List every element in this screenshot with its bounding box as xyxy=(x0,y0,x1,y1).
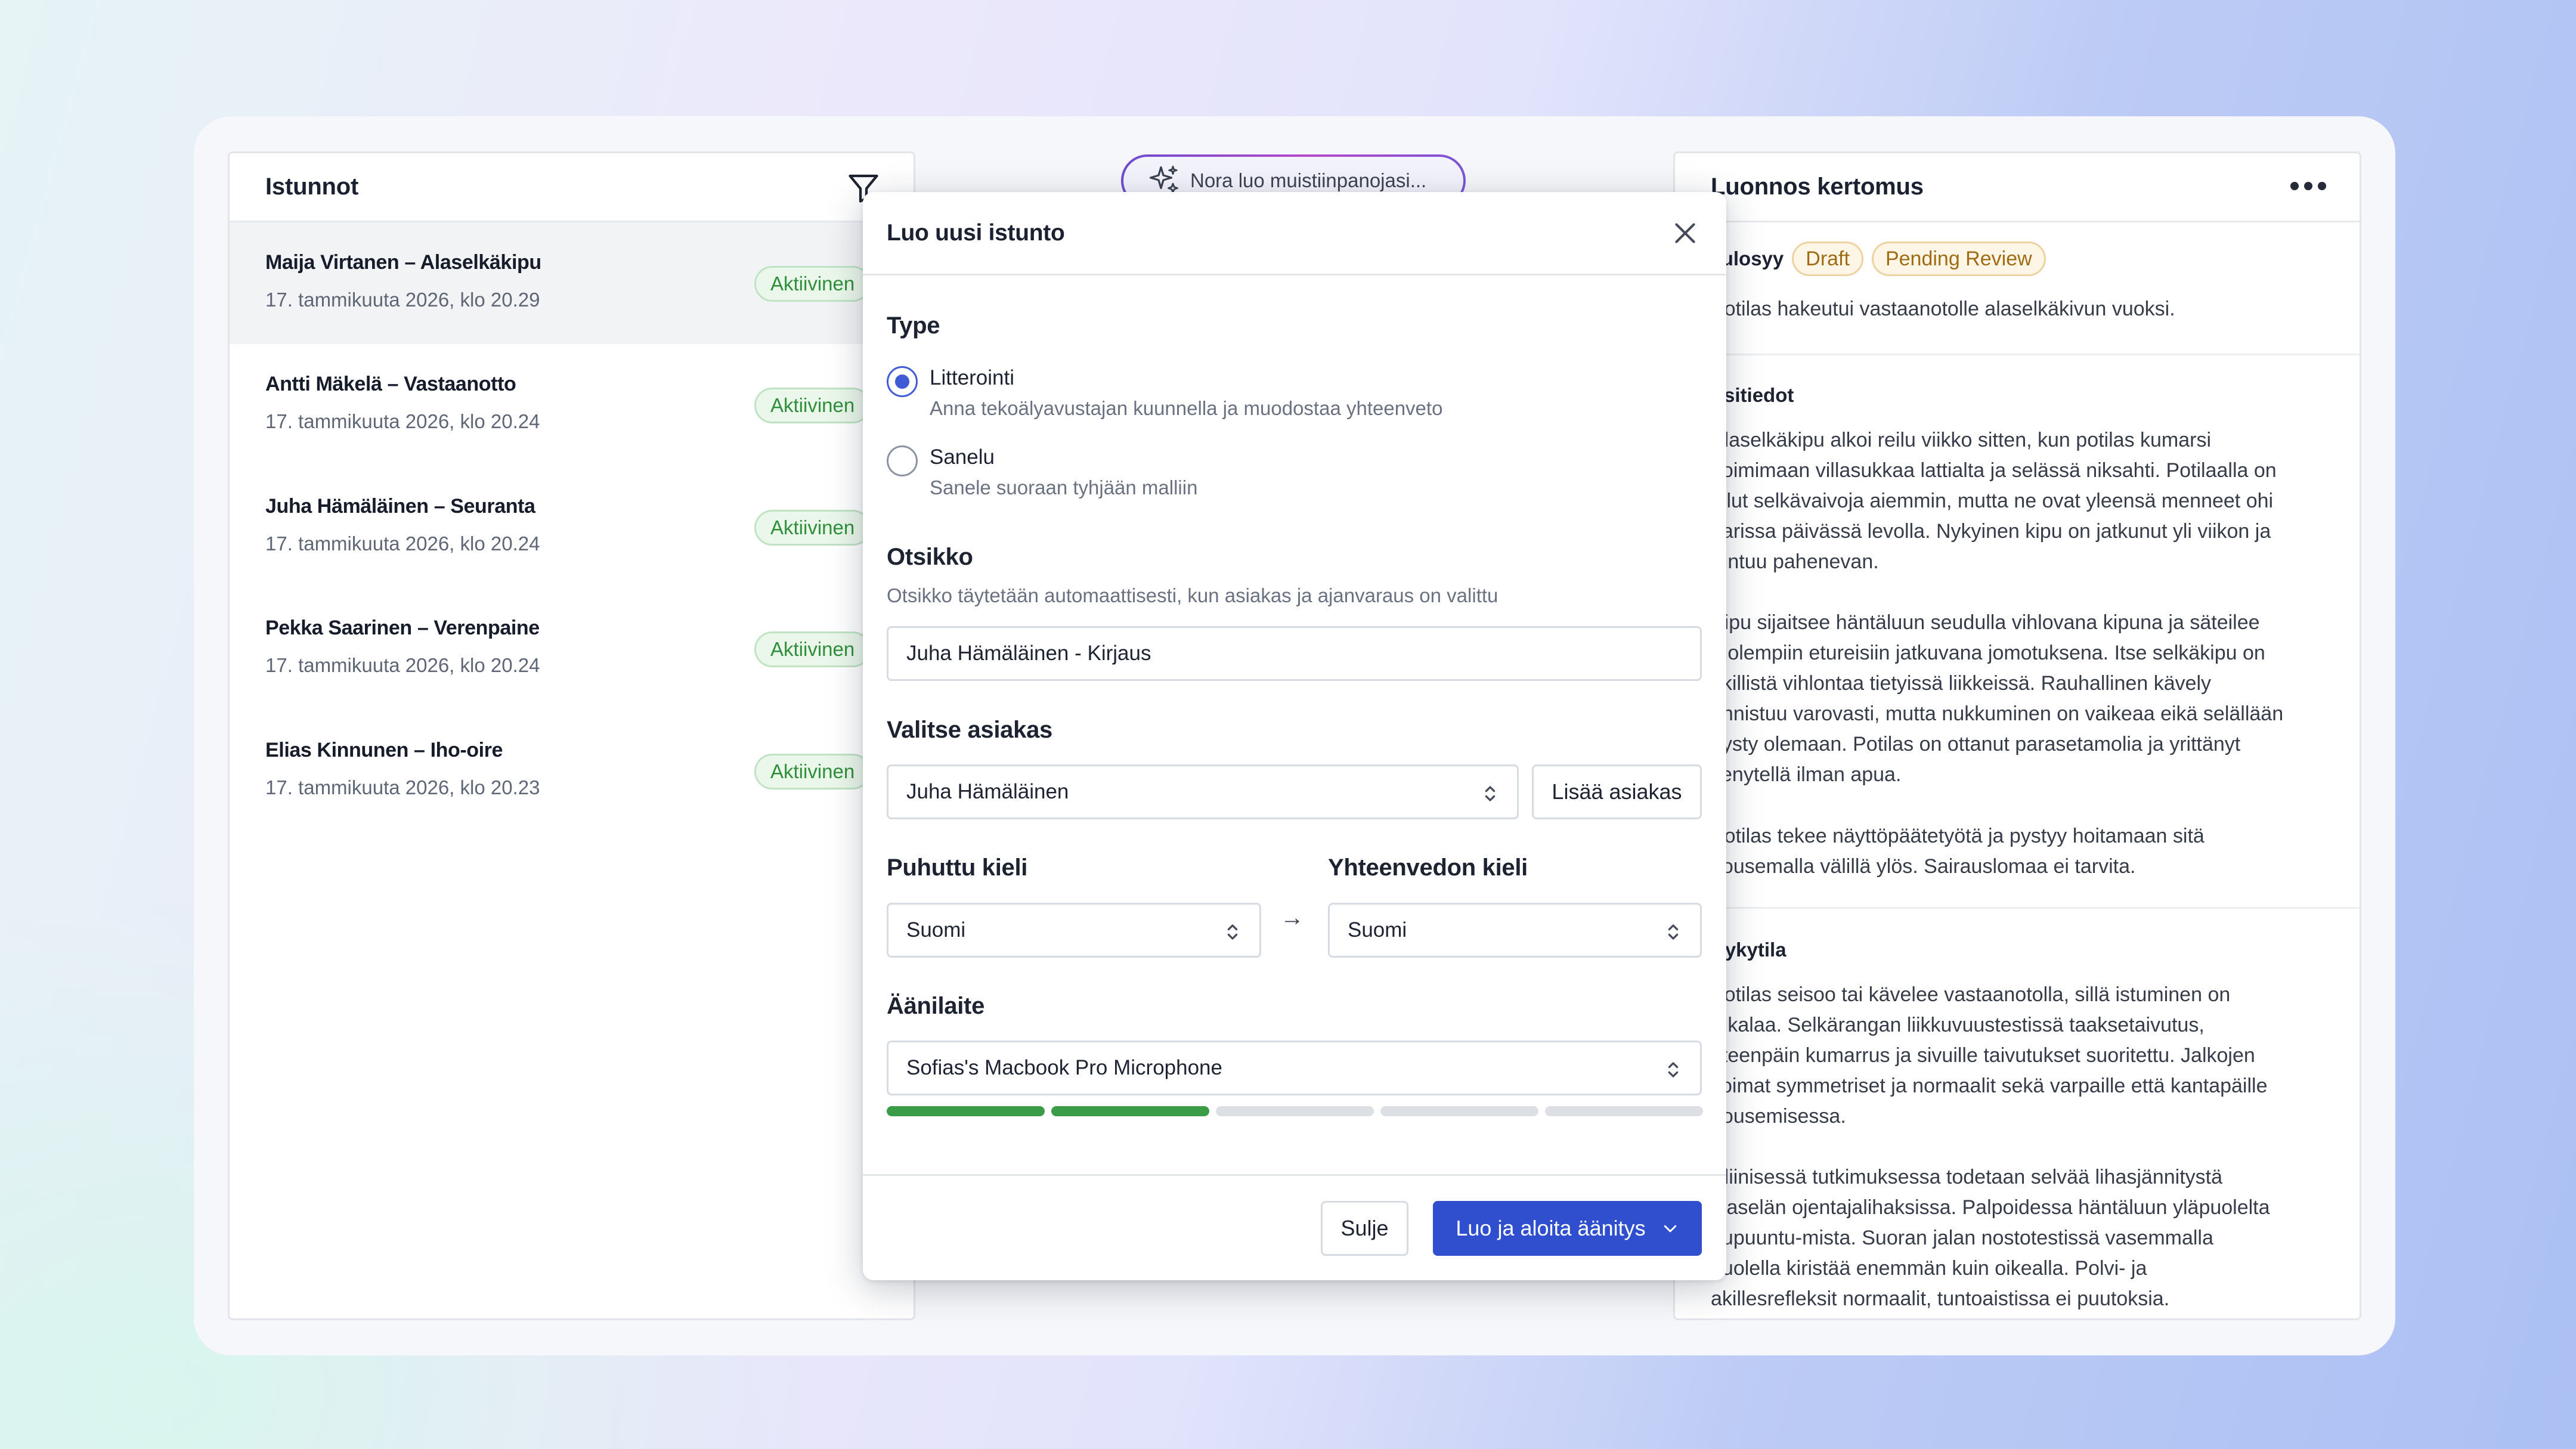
summary-language-value: Suomi xyxy=(1348,918,1407,942)
option-label[interactable]: Litterointi xyxy=(930,366,1014,390)
spoken-language-select[interactable]: Suomi xyxy=(887,903,1261,958)
report-line: parissa päivässä levolla. Nykyinen kipu … xyxy=(1711,520,2271,543)
client-value: Juha Hämäläinen xyxy=(906,780,1069,803)
report-line: Potilas tekee näyttöpäätetyötä ja pystyy… xyxy=(1711,825,2205,847)
report-line: voimat symmetriset ja normaalit sekä var… xyxy=(1711,1075,2268,1097)
level-segment xyxy=(1545,1106,1703,1116)
report-line: Kliinisessä tutkimuksessa todetaan selvä… xyxy=(1711,1166,2223,1188)
report-line: eteenpäin kumarrus ja sivuille taivutuks… xyxy=(1711,1044,2255,1067)
draft-badge: Draft xyxy=(1792,242,1863,276)
report-line: molempiin etureisiin jatkuvana jomotukse… xyxy=(1711,642,2265,664)
more-options-icon[interactable] xyxy=(2290,182,2326,190)
chevron-updown-icon xyxy=(1227,924,1238,940)
title-label: Otsikko xyxy=(887,544,973,570)
create-and-record-button[interactable]: Luo ja aloita äänitys xyxy=(1433,1201,1702,1256)
chevron-updown-icon xyxy=(1668,1062,1679,1078)
report-title: Luonnos kertomus xyxy=(1711,174,1924,200)
sessions-panel: Istunnot Maija Virtanen – Alaselkäkipu 1… xyxy=(228,151,915,1320)
section-divider xyxy=(1675,907,2360,909)
reason-row: Tulosyy Draft Pending Review xyxy=(1711,242,2046,276)
title-help-text: Otsikko täytetään automaattisesti, kun a… xyxy=(887,584,1498,606)
chevron-updown-icon xyxy=(1668,924,1679,940)
modal-header: Luo uusi istunto xyxy=(863,192,1726,275)
option-description: Anna tekoälyavustajan kuunnella ja muodo… xyxy=(930,397,1443,419)
report-panel: Luonnos kertomus Tulosyy Draft Pending Rev… xyxy=(1673,151,2361,1320)
radio-sanelu[interactable] xyxy=(887,445,918,476)
level-segment xyxy=(1216,1106,1374,1116)
report-line: puolella kiristää enemmän kuin oikealla.… xyxy=(1711,1257,2147,1280)
level-segment xyxy=(1051,1106,1209,1116)
radio-litterointi[interactable] xyxy=(887,366,918,397)
pending-review-badge: Pending Review xyxy=(1871,242,2046,276)
summary-language-label: Yhteenvedon kieli xyxy=(1328,854,1528,881)
create-button-label: Luo ja aloita äänitys xyxy=(1456,1216,1646,1240)
audio-device-value: Sofias's Macbook Pro Microphone xyxy=(906,1056,1222,1079)
report-line: nousemisessa. xyxy=(1711,1105,1846,1128)
report-header: Luonnos kertomus xyxy=(1675,153,2360,222)
summary-language-select[interactable]: Suomi xyxy=(1328,903,1702,958)
report-line: akillesrefleksit normaalit, tuntoaistiss… xyxy=(1711,1287,2170,1310)
add-client-button[interactable]: Lisää asiakas xyxy=(1532,764,1702,819)
option-label[interactable]: Sanelu xyxy=(930,445,995,469)
status-badge: Aktiivinen xyxy=(754,510,871,546)
status-badge: Aktiivinen xyxy=(754,388,871,423)
chevron-updown-icon xyxy=(1485,786,1496,801)
close-icon[interactable] xyxy=(1670,218,1700,248)
session-item[interactable]: Pekka Saarinen – Verenpaine 17. tammikuu… xyxy=(230,588,914,710)
report-line: Kipu sijaitsee häntäluun seudulla vihlov… xyxy=(1711,611,2260,634)
session-item[interactable]: Juha Hämäläinen – Seuranta 17. tammikuut… xyxy=(230,466,914,588)
report-line: tuntuu pahenevan. xyxy=(1711,550,1879,573)
status-badge: Aktiivinen xyxy=(754,631,871,667)
report-line: venytellä ilman apua. xyxy=(1711,763,1902,786)
report-line: poimimaan villasukkaa lattialta ja seläs… xyxy=(1711,459,2277,482)
nora-status-text: Nora luo muistiinpanojasi... xyxy=(1190,169,1427,191)
modal-title: Luo uusi istunto xyxy=(887,219,1065,246)
sessions-header: Istunnot xyxy=(230,153,914,222)
session-item[interactable]: Antti Mäkelä – Vastaanotto 17. tammikuut… xyxy=(230,344,914,466)
chevron-down-icon[interactable] xyxy=(1661,1219,1679,1237)
spoken-language-value: Suomi xyxy=(906,918,966,942)
client-label: Valitse asiakas xyxy=(887,717,1052,743)
report-line: Potilas seisoo tai kävelee vastaanotolla… xyxy=(1711,983,2231,1006)
option-description: Sanele suoraan tyhjään malliin xyxy=(930,476,1198,499)
report-line: pupuuntu-mista. Suoran jalan nostotestis… xyxy=(1711,1227,2213,1249)
report-line: ollut selkävaivoja aiemmin, mutta ne ova… xyxy=(1711,490,2274,512)
report-line: onnistuu varovasti, mutta nukkuminen on … xyxy=(1711,702,2284,725)
audio-device-label: Äänilaite xyxy=(887,993,985,1019)
modal-footer-divider xyxy=(863,1174,1726,1176)
session-item[interactable]: Elias Kinnunen – Iho-oire 17. tammikuuta… xyxy=(230,710,914,832)
sessions-title: Istunnot xyxy=(265,174,359,200)
session-item[interactable]: Maija Virtanen – Alaselkäkipu 17. tammik… xyxy=(230,222,914,344)
close-button[interactable]: Sulje xyxy=(1321,1201,1408,1256)
spoken-language-label: Puhuttu kieli xyxy=(887,854,1028,881)
title-input[interactable]: Juha Hämäläinen - Kirjaus xyxy=(887,626,1702,681)
type-label: Type xyxy=(887,312,940,339)
status-badge: Aktiivinen xyxy=(754,266,871,302)
section-divider xyxy=(1675,354,2360,355)
arrow-right-icon: → xyxy=(1280,905,1304,931)
client-select[interactable]: Juha Hämäläinen xyxy=(887,764,1519,819)
create-session-modal: Luo uusi istunto Type Litterointi Anna t… xyxy=(863,192,1726,1280)
report-line: pysty olemaan. Potilas on ottanut parase… xyxy=(1711,733,2241,756)
report-line: tukalaa. Selkärangan liikkuvuustestissä … xyxy=(1711,1014,2205,1036)
level-segment xyxy=(1380,1106,1538,1116)
reason-text: Potilas hakeutui vastaanotolle alaselkäk… xyxy=(1711,298,2175,320)
status-badge: Aktiivinen xyxy=(754,754,871,789)
level-segment xyxy=(887,1106,1045,1116)
report-line: alaselän ojentajalihaksissa. Palpoidessa… xyxy=(1711,1196,2270,1219)
report-line: nousemalla välillä ylös. Sairauslomaa ei… xyxy=(1711,855,2136,878)
report-line: Alaselkäkipu alkoi reilu viikko sitten, … xyxy=(1711,429,2212,451)
audio-device-select[interactable]: Sofias's Macbook Pro Microphone xyxy=(887,1041,1702,1095)
report-line: äkillistä vihlontaa tietyissä liikkeissä… xyxy=(1711,672,2212,695)
